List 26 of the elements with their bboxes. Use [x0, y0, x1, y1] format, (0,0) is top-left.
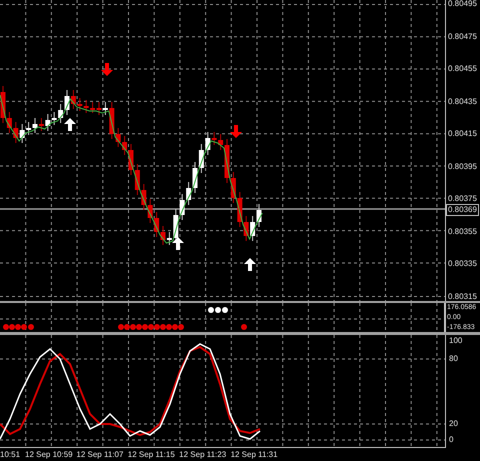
price-label: 0.80475	[448, 32, 478, 41]
time-label: 10:51	[0, 450, 20, 458]
stochastic-label: 20	[449, 420, 458, 428]
down-arrow-icon	[230, 125, 242, 138]
price-label: 0.80395	[448, 162, 478, 171]
time-label: 12 Sep 11:23	[179, 450, 226, 458]
time-label: 12 Sep 11:15	[128, 450, 175, 458]
stochastic-label: 80	[449, 355, 458, 363]
up-arrow-icon	[172, 237, 184, 250]
time-label: 12 Sep 11:07	[76, 450, 124, 458]
price-label: 0.80455	[448, 65, 478, 74]
price-label: 0.80355	[448, 228, 478, 236]
time-label: 12 Sep 10:59	[25, 450, 73, 458]
up-arrow-icon	[64, 118, 76, 131]
price-label: 0.80315	[448, 292, 478, 301]
stochastic-label: 100	[449, 337, 462, 345]
down-arrow-icon	[101, 63, 113, 76]
price-label: 0.80335	[448, 260, 478, 268]
time-label: 12 Sep 11:31	[230, 450, 278, 458]
stochastic-label: 0	[449, 436, 454, 444]
up-arrow-icon	[244, 258, 256, 271]
price-label: 0.80375	[448, 195, 478, 204]
price-label: 0.80435	[448, 98, 478, 106]
current-price-label: 0.80369	[446, 204, 479, 216]
price-label: 0.80495	[448, 0, 478, 8]
price-label: 0.80415	[448, 130, 478, 138]
